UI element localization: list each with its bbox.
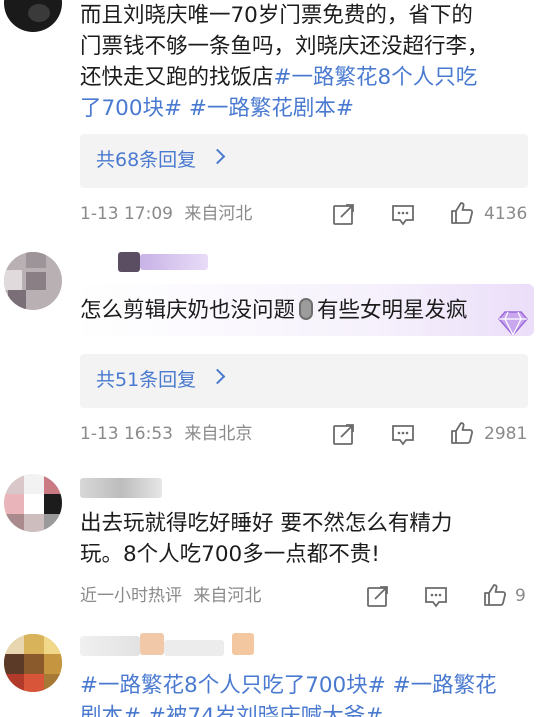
username-blurred[interactable] <box>140 633 164 655</box>
comment-time: 1-13 17:09 <box>80 204 173 224</box>
thumbs-up-icon[interactable] <box>449 420 475 446</box>
comment-time: 近一小时热评 <box>80 586 182 606</box>
username-blurred[interactable] <box>80 478 162 498</box>
like-count: 2981 <box>484 424 528 444</box>
reply-count-label: 共51条回复 <box>96 369 197 391</box>
share-icon[interactable] <box>331 421 357 447</box>
comment-text-part: 有些女明星发疯 <box>317 298 468 323</box>
comment-meta: 近一小时热评 来自河北 <box>80 584 261 608</box>
comment-icon[interactable] <box>390 421 416 447</box>
comment-text: 怎么剪辑庆奶也没问题 有些女明星发疯 <box>80 295 510 326</box>
comment-text-line: 还快走又跑的找饭店 <box>80 65 274 90</box>
avatar[interactable] <box>4 252 62 310</box>
comment-text-part: 怎么剪辑庆奶也没问题 <box>80 298 296 323</box>
diamond-badge-icon <box>498 311 528 337</box>
comment-meta: 1-13 16:53 来自北京 <box>80 422 252 446</box>
username-blurred[interactable] <box>80 636 140 656</box>
comment-text-line: 玩。8个人吃700多一点都不贵! <box>80 542 380 567</box>
comment-location: 来自北京 <box>184 424 253 444</box>
comment-meta: 1-13 17:09 来自河北 <box>80 202 252 226</box>
reply-thread-button[interactable]: 共51条回复 <box>80 354 528 408</box>
username-blurred[interactable] <box>232 633 254 655</box>
comment-text-line: 门票钱不够一条鱼吗，刘晓庆还没超行李， <box>80 34 489 59</box>
hashtag-link[interactable]: 了700块# #一路繁花剧本# <box>80 96 354 121</box>
comment-text: 出去玩就得吃好睡好 要不然怎么有精力 玩。8个人吃700多一点都不贵! <box>80 508 530 570</box>
comment-time: 1-13 16:53 <box>80 424 173 444</box>
comment-icon[interactable] <box>390 201 416 227</box>
comment-text: 而且刘晓庆唯一70岁门票免费的，省下的 门票钱不够一条鱼吗，刘晓庆还没超行李， … <box>80 0 530 124</box>
comment-location: 来自河北 <box>184 204 253 224</box>
comment-text: #一路繁花8个人只吃了700块# #一路繁花 剧本# #被74岁刘晓庆喊大爷# <box>80 670 530 717</box>
reply-thread-button[interactable]: 共68条回复 <box>80 134 528 188</box>
comment-location: 来自河北 <box>193 586 262 606</box>
avatar[interactable] <box>4 474 62 532</box>
hashtag-link[interactable]: #一路繁花8个人只吃 <box>274 65 478 90</box>
thumbs-up-icon[interactable] <box>482 582 508 608</box>
username-blurred[interactable] <box>140 254 208 270</box>
thumbs-up-icon[interactable] <box>449 200 475 226</box>
hashtag-link[interactable]: #一路繁花8个人只吃了700块# #一路繁花 <box>80 670 530 701</box>
chevron-right-icon <box>209 148 226 165</box>
avatar[interactable] <box>4 0 62 32</box>
like-count: 9 <box>515 586 526 606</box>
share-icon[interactable] <box>331 201 357 227</box>
comment-icon[interactable] <box>423 583 449 609</box>
avatar[interactable] <box>4 634 62 692</box>
comment-text-line: 出去玩就得吃好睡好 要不然怎么有精力 <box>80 511 453 536</box>
comment-text-line: 而且刘晓庆唯一70岁门票免费的，省下的 <box>80 3 473 28</box>
username-blurred[interactable] <box>118 252 140 272</box>
microphone-emoji-icon <box>299 298 314 320</box>
username-blurred[interactable] <box>164 640 224 656</box>
share-icon[interactable] <box>365 583 391 609</box>
like-count: 4136 <box>484 204 528 224</box>
reply-count-label: 共68条回复 <box>96 149 197 171</box>
chevron-right-icon <box>209 368 226 385</box>
hashtag-link[interactable]: 剧本# #被74岁刘晓庆喊大爷# <box>80 701 530 717</box>
